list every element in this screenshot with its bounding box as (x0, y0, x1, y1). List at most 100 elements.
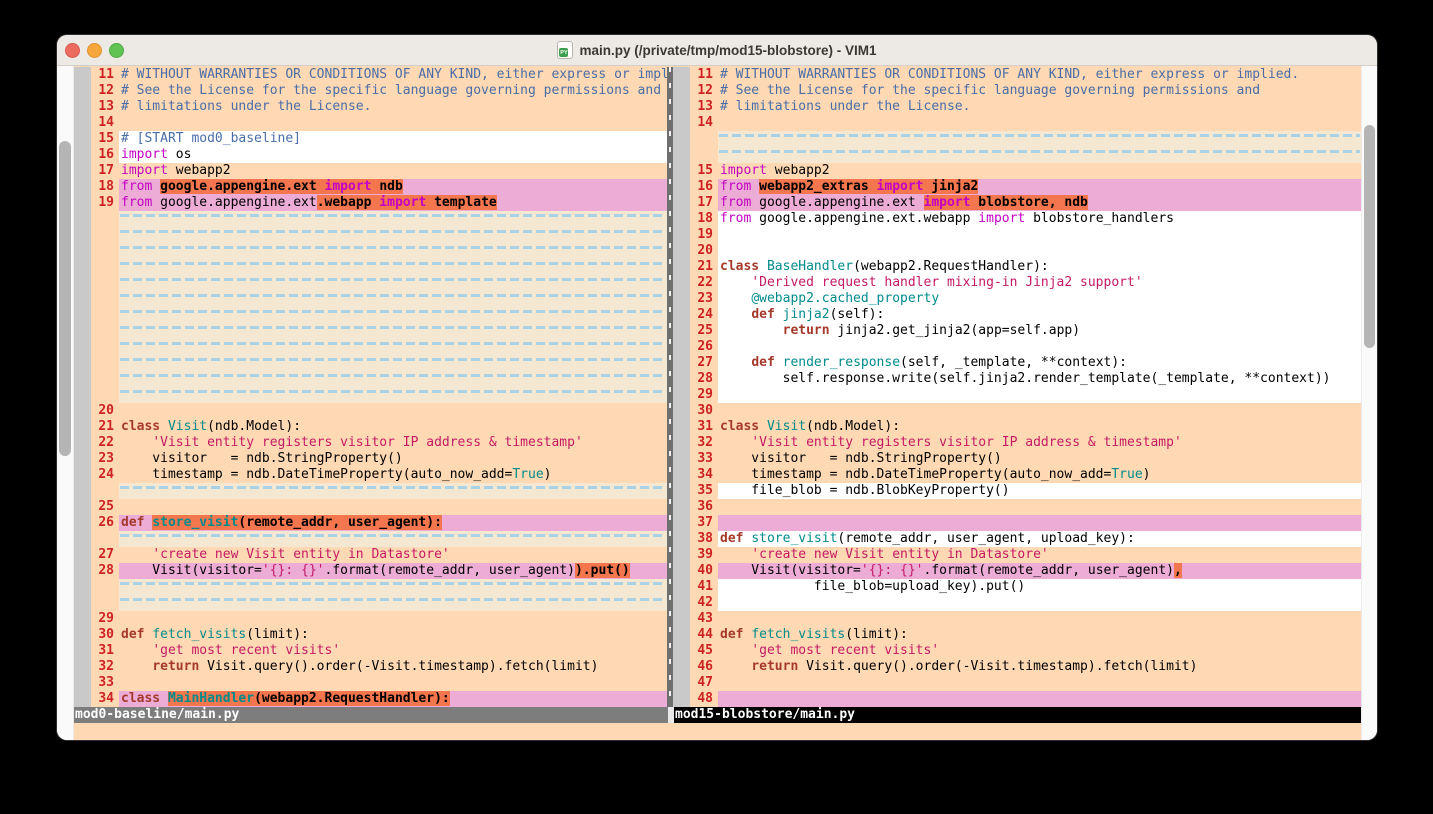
line-number: 15 (690, 163, 718, 179)
code-line: 11# WITHOUT WARRANTIES OR CONDITIONS OF … (673, 67, 1361, 83)
line-text (718, 691, 1361, 707)
line-number: 24 (690, 307, 718, 323)
code-line: 23 @webapp2.cached_property (673, 291, 1361, 307)
line-text: def fetch_visits(limit): (718, 627, 1361, 643)
window-title: main.py (/private/tmp/mod15-blobstore) -… (579, 43, 876, 58)
fold-column (74, 227, 91, 243)
close-button[interactable] (65, 43, 80, 58)
line-number: 42 (690, 595, 718, 611)
filler-line (74, 595, 667, 611)
fold-column (74, 627, 91, 643)
code-line: 15# [START mod0_baseline] (74, 131, 667, 147)
fold-column (74, 259, 91, 275)
vim-content: 11 # WITHOUT WARRANTIES OR CONDITIONS OF … (57, 66, 1377, 740)
line-text (718, 227, 1361, 243)
fold-column (673, 675, 690, 691)
line-text (119, 243, 667, 259)
left-scrollbar-thumb[interactable] (59, 141, 71, 456)
line-text: class Visit(ndb.Model): (119, 419, 667, 435)
line-number: 25 (91, 499, 119, 515)
right-scrollbar-thumb[interactable] (1364, 125, 1375, 348)
code-line: 24 def jinja2(self): (673, 307, 1361, 323)
line-text: from google.appengine.ext import blobsto… (718, 195, 1361, 211)
fold-column (74, 291, 91, 307)
line-text: class BaseHandler(webapp2.RequestHandler… (718, 259, 1361, 275)
fold-column (673, 227, 690, 243)
fold-column (673, 163, 690, 179)
line-number: 22 (91, 435, 119, 451)
diff-pane-left[interactable]: 11# WITHOUT WARRANTIES OR CONDITIONS OF … (74, 67, 667, 707)
line-text (119, 579, 667, 595)
fold-column (74, 307, 91, 323)
code-line: 14 (673, 115, 1361, 131)
code-line: 22 'Derived request handler mixing-in Ji… (673, 275, 1361, 291)
line-text: import webapp2 (718, 163, 1361, 179)
code-line: 24 timestamp = ndb.DateTimeProperty(auto… (74, 467, 667, 483)
fold-column (673, 451, 690, 467)
fold-column (74, 179, 91, 195)
line-text: import os (119, 147, 667, 163)
line-text: timestamp = ndb.DateTimeProperty(auto_no… (718, 467, 1361, 483)
fold-column (673, 211, 690, 227)
command-line[interactable] (74, 723, 1361, 740)
statusline-right[interactable]: mod15-blobstore/main.py (674, 707, 1361, 723)
line-text (119, 323, 667, 339)
titlebar[interactable]: PY main.py (/private/tmp/mod15-blobstore… (57, 35, 1377, 66)
python-file-icon: PY (557, 41, 573, 59)
code-line: 34 timestamp = ndb.DateTimeProperty(auto… (673, 467, 1361, 483)
line-text (119, 115, 667, 131)
line-text (119, 483, 667, 499)
line-number (91, 323, 119, 339)
fold-column (673, 387, 690, 403)
line-number: 11 (91, 67, 119, 83)
line-text: @webapp2.cached_property (718, 291, 1361, 307)
line-number: 20 (91, 403, 119, 419)
code-line: 47 (673, 675, 1361, 691)
line-number: 16 (690, 179, 718, 195)
fold-column (74, 67, 91, 83)
fold-column (74, 483, 91, 499)
filler-line (673, 131, 1361, 147)
line-number: 37 (690, 515, 718, 531)
line-number: 14 (690, 115, 718, 131)
fold-column (74, 371, 91, 387)
line-number: 33 (690, 451, 718, 467)
code-line: 13# limitations under the License. (74, 99, 667, 115)
fold-column (74, 659, 91, 675)
fold-column (673, 291, 690, 307)
line-number: 32 (91, 659, 119, 675)
statusline-left[interactable]: mod0-baseline/main.py (74, 707, 668, 723)
line-text (119, 403, 667, 419)
line-text: 'get most recent visits' (718, 643, 1361, 659)
line-text: return Visit.query().order(-Visit.timest… (718, 659, 1361, 675)
fullscreen-button[interactable] (109, 43, 124, 58)
line-number: 45 (690, 643, 718, 659)
line-number: 12 (690, 83, 718, 99)
split-divider[interactable] (667, 67, 673, 707)
diff-pane-right[interactable]: 11# WITHOUT WARRANTIES OR CONDITIONS OF … (673, 67, 1361, 707)
line-text: visitor = ndb.StringProperty() (119, 451, 667, 467)
line-text: class Visit(ndb.Model): (718, 419, 1361, 435)
line-text: # See the License for the specific langu… (718, 83, 1361, 99)
fold-column (673, 99, 690, 115)
line-number (91, 211, 119, 227)
line-text: # WITHOUT WARRANTIES OR CONDITIONS OF AN… (718, 67, 1361, 83)
line-text: # limitations under the License. (718, 99, 1361, 115)
minimize-button[interactable] (87, 43, 102, 58)
line-text: 'Visit entity registers visitor IP addre… (119, 435, 667, 451)
line-text: def store_visit(remote_addr, user_agent,… (718, 531, 1361, 547)
line-number: 18 (690, 211, 718, 227)
fold-column (74, 691, 91, 707)
filler-line (74, 291, 667, 307)
line-text: def jinja2(self): (718, 307, 1361, 323)
line-number: 26 (690, 339, 718, 355)
left-scrollbar[interactable] (57, 66, 74, 740)
line-text (718, 243, 1361, 259)
line-number (91, 483, 119, 499)
line-text: from google.appengine.ext.webapp import … (718, 211, 1361, 227)
fold-column (74, 419, 91, 435)
code-line: 26 (673, 339, 1361, 355)
right-scrollbar[interactable] (1361, 66, 1377, 740)
filler-line (74, 323, 667, 339)
fold-column (673, 563, 690, 579)
